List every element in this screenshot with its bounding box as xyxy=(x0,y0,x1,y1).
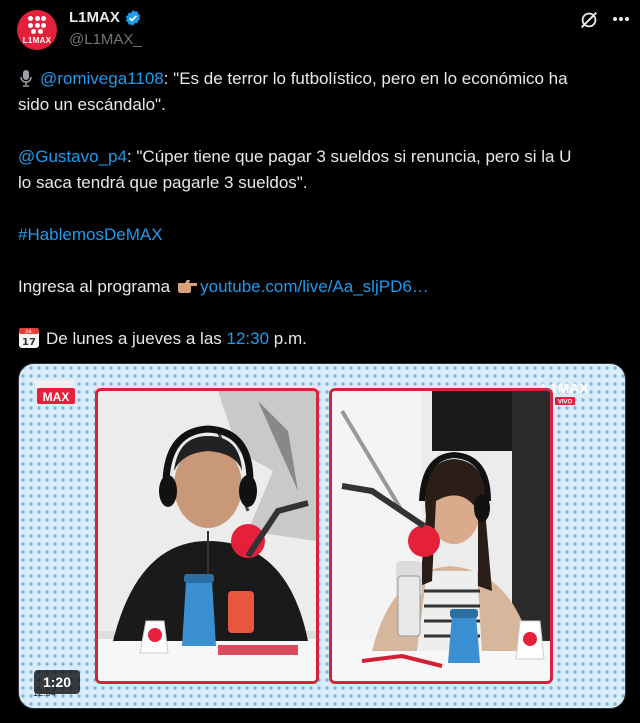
cta-text: Ingresa al programa xyxy=(18,277,171,296)
tweet-line-cta: Ingresa al programa youtube.com/live/Aa_… xyxy=(18,274,429,300)
mention-gustavo[interactable]: @Gustavo_p4 xyxy=(18,147,127,166)
host-left-scene xyxy=(98,391,316,681)
quote-2-text: : "Cúper tiene que pagar 3 sueldos si re… xyxy=(126,147,572,166)
video-panel-right xyxy=(329,388,553,684)
pointing-hand-icon xyxy=(178,280,198,293)
show-logo-left: MAX xyxy=(33,380,75,404)
hashtag-link[interactable]: #HablemosDeMAX xyxy=(18,222,163,248)
video-player[interactable]: MAX L1MAX VIVO 1:20 12:54 xyxy=(18,363,626,709)
avatar[interactable]: L1MAX xyxy=(17,10,57,50)
schedule-prefix: De lunes a jueves a las xyxy=(46,329,222,348)
account-name[interactable]: L1MAX xyxy=(69,9,120,26)
verified-badge-icon xyxy=(125,10,141,26)
video-clock: 12:54 xyxy=(33,688,56,698)
tweet-line-schedule: JUL 17 De lunes a jueves a las 12:30 p.m… xyxy=(18,326,307,352)
schedule-time[interactable]: 12:30 xyxy=(227,329,270,348)
account-handle[interactable]: @L1MAX_ xyxy=(69,31,142,48)
quote-1-text: : "Es de terror lo futbolístico, pero en… xyxy=(163,69,568,88)
tweet-line-1: @romivega1108: "Es de terror lo futbolís… xyxy=(18,66,568,92)
live-label: VIVO xyxy=(558,400,573,406)
tweet-header: L1MAX L1MAX @L1MAX_ xyxy=(0,0,640,60)
calendar-day: 17 xyxy=(22,337,36,348)
schedule-suffix: p.m. xyxy=(273,329,307,348)
calendar-icon: JUL 17 xyxy=(19,328,39,348)
microphone-icon xyxy=(20,70,32,87)
grok-icon[interactable] xyxy=(578,9,600,31)
more-options-icon[interactable] xyxy=(612,16,630,22)
logo-dots-icon xyxy=(28,16,46,34)
tweet-line-3: @Gustavo_p4: "Cúper tiene que pagar 3 su… xyxy=(18,144,571,170)
logo-left-text: MAX xyxy=(43,390,70,404)
tweet-line-2: sido un escándalo". xyxy=(18,95,166,114)
host-right-scene xyxy=(332,391,550,681)
mention-romivega[interactable]: @romivega1108 xyxy=(40,69,164,88)
tweet-line-4: lo saca tendrá que pagarle 3 sueldos". xyxy=(18,173,308,192)
youtube-link[interactable]: youtube.com/live/Aa_sljPD6… xyxy=(200,277,429,296)
calendar-month: JUL xyxy=(24,329,33,335)
avatar-text: L1MAX xyxy=(22,36,52,45)
video-panel-left xyxy=(95,388,319,684)
